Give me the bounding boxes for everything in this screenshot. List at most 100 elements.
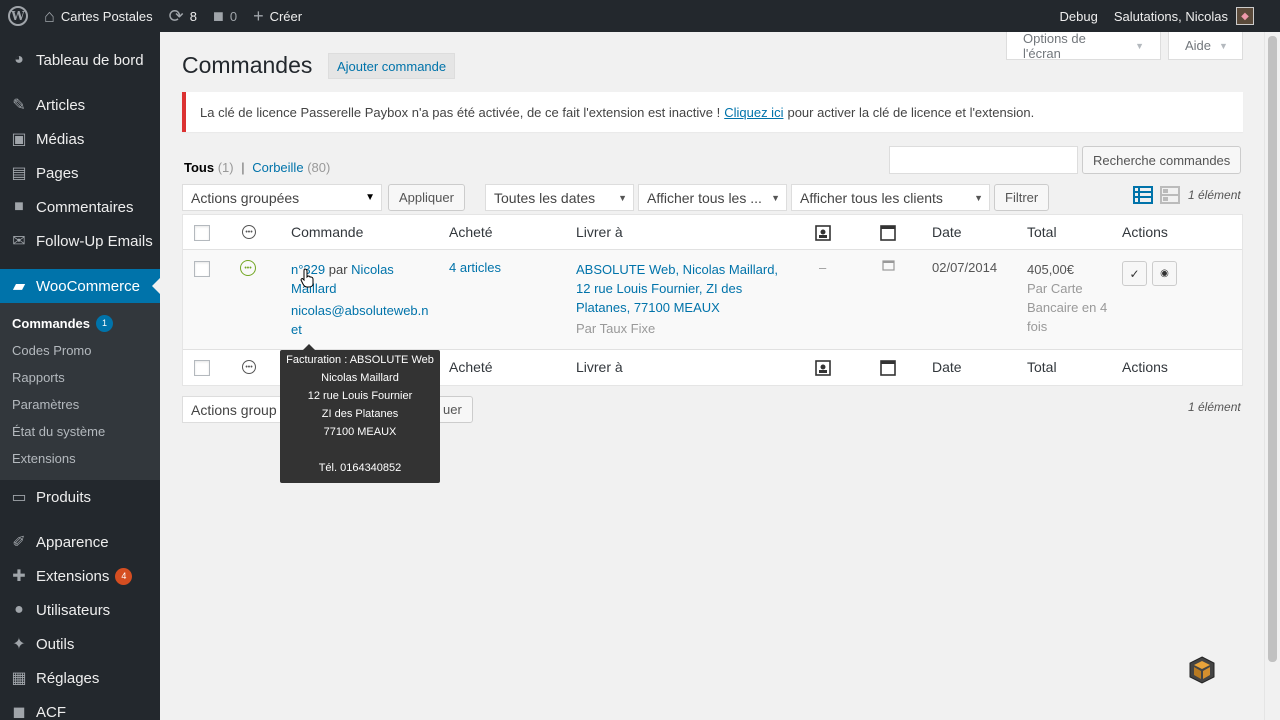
search-orders-button[interactable]: Recherche commandes (1082, 146, 1242, 174)
col-order[interactable]: Commande (291, 224, 363, 240)
plugins-count-badge: 4 (115, 567, 133, 585)
brush-icon: ✐ (12, 534, 26, 551)
menu-comments[interactable]: ■ Commentaires (0, 190, 160, 224)
col-ship-to-footer: Livrer à (576, 359, 623, 375)
scrollbar-thumb[interactable] (1268, 36, 1277, 662)
tooltip-line: ZI des Platanes (321, 408, 399, 420)
bulk-actions-select-bottom[interactable]: Actions group (182, 396, 282, 423)
customer-filter-select[interactable]: Afficher tous les clients ▼ (791, 184, 990, 211)
col-date[interactable]: Date (932, 224, 962, 240)
excerpt-view-icon[interactable] (1160, 185, 1180, 205)
complete-order-button[interactable]: ✓ (1122, 261, 1147, 286)
page-scrollbar[interactable] (1264, 32, 1280, 720)
menu-label: Commentaires (36, 198, 134, 216)
new-content-label: Créer (269, 8, 303, 24)
items-count-top: 1 élément (1188, 188, 1241, 202)
menu-label: Produits (36, 488, 92, 506)
menu-dashboard[interactable]: ◕ Tableau de bord (0, 43, 160, 77)
plus-icon: + (253, 6, 264, 26)
menu-label: Tableau de bord (36, 51, 144, 69)
menu-settings[interactable]: ▦ Réglages (0, 661, 160, 695)
menu-plugins[interactable]: ✚ Extensions 4 (0, 559, 160, 593)
date-filter-select[interactable]: Toutes les dates ▼ (485, 184, 634, 211)
submenu-coupons[interactable]: Codes Promo (0, 337, 160, 364)
bulk-actions-select[interactable]: Actions groupées ▼ (182, 184, 382, 211)
type-filter-select[interactable]: Afficher tous les ... ▼ (638, 184, 787, 211)
caret-down-icon: ▼ (1135, 40, 1144, 51)
menu-media[interactable]: ▣ Médias (0, 122, 160, 156)
shipping-address-link[interactable]: ABSOLUTE Web, Nicolas Maillard, 12 rue L… (576, 262, 778, 315)
view-order-button[interactable]: ◉ (1152, 261, 1177, 286)
tooltip-line: 77100 MEAUX (323, 426, 397, 438)
menu-users[interactable]: ● Utilisateurs (0, 593, 160, 627)
menu-acf[interactable]: ◼ ACF (0, 695, 160, 720)
woo-icon: ▰ (12, 278, 26, 295)
site-name: Cartes Postales (60, 8, 153, 24)
avatar: ◆ (1236, 7, 1254, 25)
debug-link[interactable]: Debug (1052, 0, 1106, 32)
filter-all[interactable]: Tous (184, 160, 214, 175)
submenu-extensions[interactable]: Extensions (0, 445, 160, 472)
select-arrow-icon: ▼ (771, 192, 780, 203)
order-by: par (328, 262, 348, 277)
orders-count-badge: 1 (96, 315, 114, 332)
floating-cube-logo-icon[interactable] (1187, 655, 1217, 685)
filter-trash[interactable]: Corbeille (252, 160, 303, 175)
updates-link[interactable]: ⟳ 8 (161, 0, 205, 32)
customer-email-link[interactable]: nicolas@absoluteweb.net (291, 303, 429, 337)
account-menu[interactable]: Salutations, Nicolas ◆ (1106, 0, 1280, 32)
menu-pages[interactable]: ▤ Pages (0, 156, 160, 190)
menu-woocommerce[interactable]: ▰ WooCommerce (0, 269, 160, 303)
menu-label: Réglages (36, 669, 100, 687)
list-view-icon[interactable] (1133, 185, 1153, 205)
new-content-link[interactable]: + Créer (245, 0, 310, 32)
apply-button[interactable]: Appliquer (388, 184, 465, 211)
select-all-checkbox[interactable] (194, 225, 210, 241)
submenu-label: Commandes (12, 316, 91, 331)
col-date-footer[interactable]: Date (932, 359, 962, 375)
menu-products[interactable]: ▭ Produits (0, 480, 160, 514)
help-button[interactable]: Aide ▼ (1168, 32, 1243, 60)
order-note-icon[interactable] (882, 260, 895, 272)
menu-label: Outils (36, 635, 75, 653)
menu-label: Médias (36, 130, 85, 148)
col-bought: Acheté (449, 224, 493, 240)
col-total-footer[interactable]: Total (1027, 359, 1057, 375)
submenu-settings[interactable]: Paramètres (0, 391, 160, 418)
notice-activate-link[interactable]: Cliquez ici (724, 105, 783, 120)
col-actions-footer: Actions (1122, 359, 1168, 375)
select-arrow-icon: ▼ (618, 192, 627, 203)
col-bought-footer: Acheté (449, 359, 493, 375)
menu-articles[interactable]: ✎ Articles (0, 88, 160, 122)
add-order-button[interactable]: Ajouter commande (328, 53, 456, 79)
submenu-reports[interactable]: Rapports (0, 364, 160, 391)
filter-button[interactable]: Filtrer (994, 184, 1050, 211)
admin-bar: W ⌂ Cartes Postales ⟳ 8 ■ 0 + Créer Debu… (0, 0, 1280, 32)
comments-link[interactable]: ■ 0 (205, 0, 245, 32)
submenu-orders[interactable]: Commandes 1 (0, 310, 160, 337)
menu-label: Pages (36, 164, 79, 182)
menu-appearance[interactable]: ✐ Apparence (0, 525, 160, 559)
col-total[interactable]: Total (1027, 224, 1057, 240)
plugin-icon: ✚ (12, 568, 26, 585)
woocommerce-submenu: Commandes 1 Codes Promo Rapports Paramètr… (0, 303, 160, 480)
order-date: 02/07/2014 (932, 260, 998, 275)
wordpress-logo-icon[interactable]: W (0, 0, 36, 32)
filter-separator: | (241, 160, 245, 175)
customer-filter-value: Afficher tous les clients (800, 189, 943, 206)
menu-tools[interactable]: ✦ Outils (0, 627, 160, 661)
billing-address-tooltip: Facturation : ABSOLUTE Web Nicolas Maill… (280, 344, 440, 483)
status-column-icon[interactable]: ••• (242, 225, 256, 239)
status-column-icon[interactable]: ••• (242, 360, 256, 374)
search-input[interactable] (889, 146, 1078, 174)
checkmark-icon: ✓ (1129, 266, 1140, 281)
tooltip-line: Tél. 0164340852 (318, 462, 402, 474)
screen-options-button[interactable]: Options de l'écran ▼ (1006, 31, 1161, 61)
site-name-link[interactable]: ⌂ Cartes Postales (36, 0, 161, 32)
select-all-checkbox-footer[interactable] (194, 360, 210, 376)
row-checkbox[interactable] (194, 261, 210, 277)
submenu-system-status[interactable]: État du système (0, 418, 160, 445)
settings-icon: ▦ (11, 670, 27, 687)
menu-follow-up-emails[interactable]: ✉ Follow-Up Emails (0, 224, 160, 258)
items-link[interactable]: 4 articles (449, 260, 501, 275)
